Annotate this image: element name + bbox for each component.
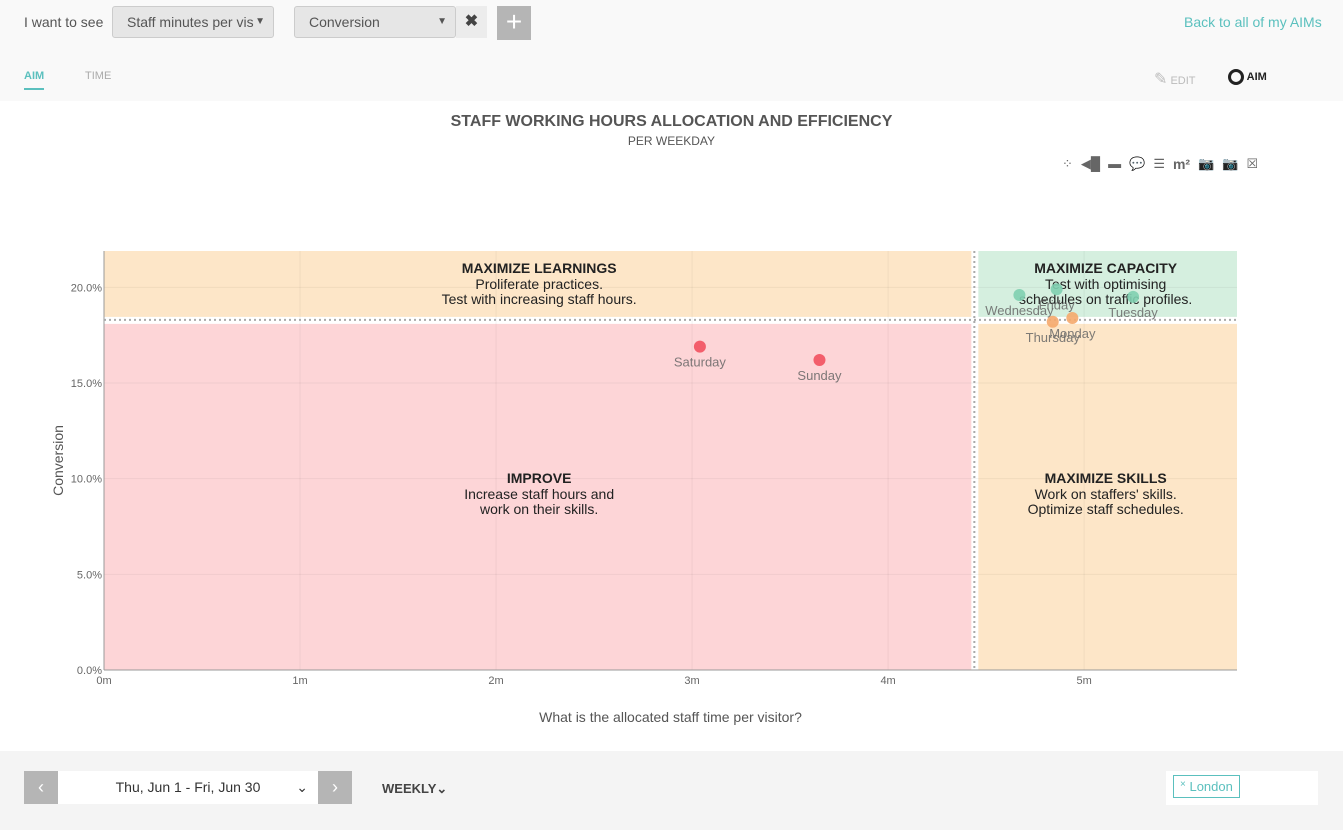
x-axis-title: What is the allocated staff time per vis… [539, 709, 802, 725]
point-label: Sunday [797, 368, 842, 383]
location-tag[interactable]: × London [1173, 775, 1240, 798]
prev-period-button[interactable]: ‹ [24, 771, 58, 804]
quadrant-title: MAXIMIZE CAPACITY [1034, 260, 1178, 276]
quadrant-title: IMPROVE [507, 470, 572, 486]
quadrant-text: Work on staffers' skills. [1035, 486, 1177, 502]
location-label: London [1189, 779, 1233, 794]
x-tick-label: 5m [1076, 675, 1091, 687]
quadrant-text: Test with increasing staff hours. [442, 291, 637, 307]
point-label: Tuesday [1108, 305, 1158, 320]
y-tick-label: 15.0% [71, 378, 102, 390]
point-friday [1050, 283, 1063, 296]
quadrant-title: MAXIMIZE SKILLS [1045, 470, 1167, 486]
quadrant-title: MAXIMIZE LEARNINGS [462, 260, 617, 276]
x-tick-label: 3m [684, 675, 699, 687]
point-label: Monday [1049, 326, 1096, 341]
x-tick-label: 1m [292, 675, 307, 687]
next-period-button[interactable]: › [318, 771, 352, 804]
y-tick-label: 0.0% [77, 665, 102, 677]
point-sunday [813, 354, 826, 367]
period-select[interactable]: WEEKLY⌄ [382, 781, 447, 797]
quadrant-text: Optimize staff schedules. [1028, 501, 1184, 517]
quadrant-text: Increase staff hours and [464, 486, 614, 502]
y-tick-label: 5.0% [77, 569, 102, 581]
date-range-select[interactable]: Thu, Jun 1 - Fri, Jun 30 ⌄ [58, 771, 318, 804]
y-axis-title: Conversion [50, 425, 66, 496]
quadrant-text: Test with optimising [1045, 276, 1166, 292]
chevron-down-icon: ⌄ [436, 781, 448, 796]
remove-tag-icon[interactable]: × [1180, 779, 1186, 790]
chevron-down-icon: ⌄ [296, 779, 308, 795]
y-tick-label: 20.0% [71, 282, 102, 294]
date-range-value: Thu, Jun 1 - Fri, Jun 30 [115, 779, 261, 795]
scatter-chart: 0m 1m 2m 3m 4m 5m0.0%5.0%10.0%15.0%20.0%MAXIM… [50, 251, 1237, 725]
point-wednesday [1013, 289, 1026, 302]
point-label: Saturday [674, 355, 727, 370]
quadrant-text: Proliferate practices. [475, 276, 603, 292]
period-value: WEEKLY [382, 781, 437, 796]
point-monday [1066, 311, 1079, 324]
x-tick-label: 4m [880, 675, 895, 687]
point-saturday [693, 340, 706, 353]
quadrant-text: work on their skills. [479, 501, 598, 517]
point-label: Friday [1039, 297, 1076, 312]
point-tuesday [1127, 290, 1140, 303]
x-tick-label: 2m [488, 675, 503, 687]
y-tick-label: 10.0% [71, 474, 102, 486]
